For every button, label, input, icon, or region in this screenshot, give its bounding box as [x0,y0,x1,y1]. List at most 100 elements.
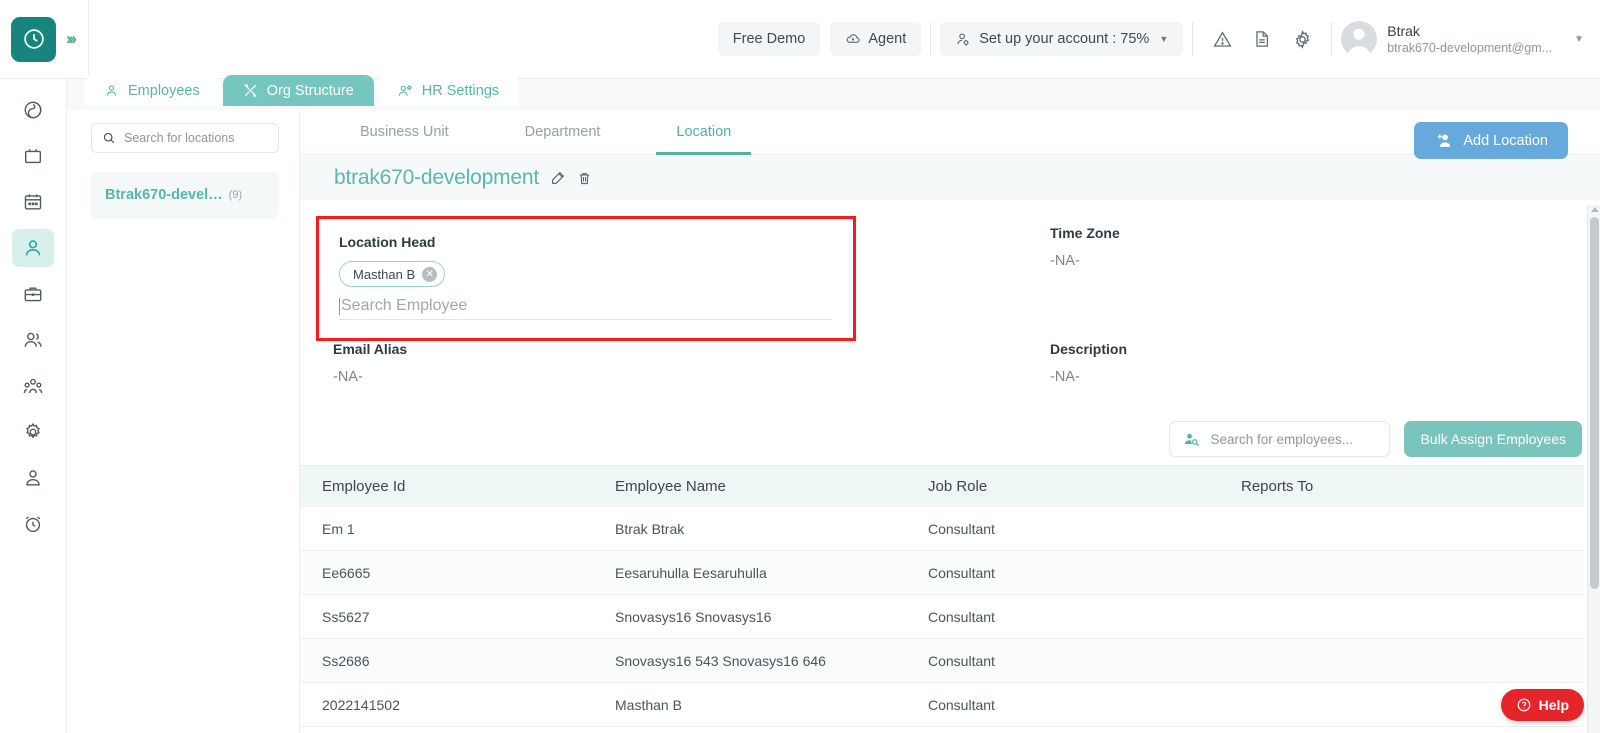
location-search-input[interactable] [124,131,264,145]
subtab-location[interactable]: Location [638,110,769,155]
trash-icon[interactable] [577,171,592,186]
add-person-icon [1434,131,1453,150]
column-header-job-role: Job Role [928,478,988,495]
table-row[interactable]: Ss5627 Snovasys16 Snovasys16 Consultant [300,595,1584,639]
people-gear-icon [397,83,413,99]
person-outline-icon [104,83,119,98]
tab-employees-label: Employees [128,82,200,99]
list-item[interactable]: Btrak670-devel… (9) [91,172,279,218]
employee-search-box[interactable] [1169,421,1391,457]
rail-item-profile[interactable] [12,459,54,497]
description-label: Description [1050,341,1128,357]
cell-employee-id: Ee6665 [322,564,371,581]
cell-employee-name: Snovasys16 Snovasys16 [615,608,772,625]
rail-item-org-group[interactable] [12,367,54,405]
page-title: btrak670-development [334,166,539,189]
tab-hr-settings-label: HR Settings [421,82,500,99]
rail-item-calendar[interactable] [12,183,54,221]
user-email: btrak670-development@gm... [1387,40,1553,55]
cell-employee-id: Ss5627 [322,608,370,625]
cell-employee-id: 2022141502 [322,696,400,713]
time-zone-label: Time Zone [1050,225,1120,241]
clock-logo-icon[interactable] [11,16,56,62]
subtab-department[interactable]: Department [487,110,639,155]
rail-item-dashboard[interactable] [12,91,54,129]
document-icon[interactable] [1242,19,1282,59]
setup-account-label: Set up your account : 75% [979,31,1150,47]
tab-hr-settings[interactable]: HR Settings [376,75,520,106]
employee-search-input[interactable] [1210,431,1371,447]
table-row[interactable]: Em 1 Btrak Btrak Consultant [300,507,1584,551]
header-divider-2 [930,22,932,56]
warning-triangle-icon[interactable] [1202,19,1242,59]
location-head-highlight: Location Head Masthan B ✕ Search Employe… [316,216,856,341]
chevron-down-icon[interactable]: ▼ [1574,34,1584,45]
scrollbar-thumb[interactable] [1590,217,1599,589]
rail-item-inbox[interactable] [12,137,54,175]
location-search-box[interactable] [91,123,279,153]
tab-employees[interactable]: Employees [84,75,220,106]
subtab-business-unit[interactable]: Business Unit [322,110,487,155]
employee-search-icon [1183,431,1200,448]
location-item-count: (9) [228,189,243,201]
rail-item-briefcase[interactable] [12,275,54,313]
add-location-label: Add Location [1463,132,1548,149]
subtab-business-unit-label: Business Unit [360,124,449,140]
agent-label: Agent [868,31,907,47]
table-row[interactable]: Ee6665 Eesaruhulla Eesaruhulla Consultan… [300,551,1584,595]
bulk-assign-label: Bulk Assign Employees [1420,431,1566,447]
free-demo-label: Free Demo [732,31,806,47]
locations-panel: Btrak670-devel… (9) [67,110,300,733]
table-row[interactable]: Ss2686 Snovasys16 543 Snovasys16 646 Con… [300,639,1584,683]
gear-icon[interactable] [1282,19,1322,59]
employee-search-placeholder: Search Employee [341,297,468,314]
text-cursor [339,297,340,315]
column-header-employee-name: Employee Name [615,478,726,495]
agent-button[interactable]: Agent [830,22,922,56]
rail-item-teams[interactable] [12,321,54,359]
main-tabs: Employees Org Structure HR Settings [84,75,520,106]
cell-job-role: Consultant [928,696,995,713]
employee-table: Employee Id Employee Name Job Role Repor… [300,465,1584,727]
tools-icon [243,83,258,98]
help-label: Help [1538,697,1569,713]
avatar [1341,21,1378,57]
description-value: -NA- [1050,369,1080,385]
double-chevron-right-icon[interactable]: ››› [66,29,77,49]
rail-item-alarm[interactable] [12,505,54,543]
rail-item-settings[interactable] [12,413,54,451]
user-name: Btrak [1387,22,1420,39]
help-button[interactable]: Help [1500,689,1584,721]
table-row[interactable]: 2022141502 Masthan B Consultant [300,683,1584,727]
org-subtabs: Business Unit Department Location [300,110,1600,155]
employee-search-field[interactable]: Search Employee [339,297,831,320]
table-header-row: Employee Id Employee Name Job Role Repor… [300,465,1584,507]
app-root: ››› Free Demo Agent Set up your account … [0,0,1600,733]
bulk-assign-employees-button[interactable]: Bulk Assign Employees [1404,421,1582,457]
free-demo-button[interactable]: Free Demo [717,22,821,56]
top-header-bar: ››› Free Demo Agent Set up your account … [0,0,1600,79]
add-location-button[interactable]: Add Location [1414,122,1568,159]
edit-pencil-icon[interactable] [550,170,566,186]
email-alias-value: -NA- [333,369,363,385]
column-header-employee-id: Employee Id [322,478,406,495]
time-zone-value: -NA- [1050,253,1080,269]
description-field: Description -NA- [1050,341,1127,385]
vertical-scrollbar[interactable] [1587,205,1600,733]
chevron-down-icon: ▼ [1159,34,1169,44]
location-head-chip-label: Masthan B [353,266,416,282]
tab-org-structure-label: Org Structure [266,82,354,99]
tab-org-structure[interactable]: Org Structure [222,75,374,106]
cell-job-role: Consultant [928,564,995,581]
content-area: Business Unit Department Location btrak6… [300,110,1600,733]
cell-job-role: Consultant [928,608,995,625]
user-menu[interactable]: Btrak btrak670-development@gm... ▼ [1341,21,1600,57]
scroll-up-arrow-icon[interactable] [1591,207,1599,212]
cell-employee-name: Eesaruhulla Eesaruhulla [615,564,767,581]
cell-employee-id: Ss2686 [322,652,370,669]
subtab-department-label: Department [524,124,601,140]
close-icon[interactable]: ✕ [422,266,438,282]
column-header-reports-to: Reports To [1241,478,1314,495]
rail-item-employees[interactable] [12,229,54,267]
setup-account-button[interactable]: Set up your account : 75% ▼ [940,22,1184,56]
